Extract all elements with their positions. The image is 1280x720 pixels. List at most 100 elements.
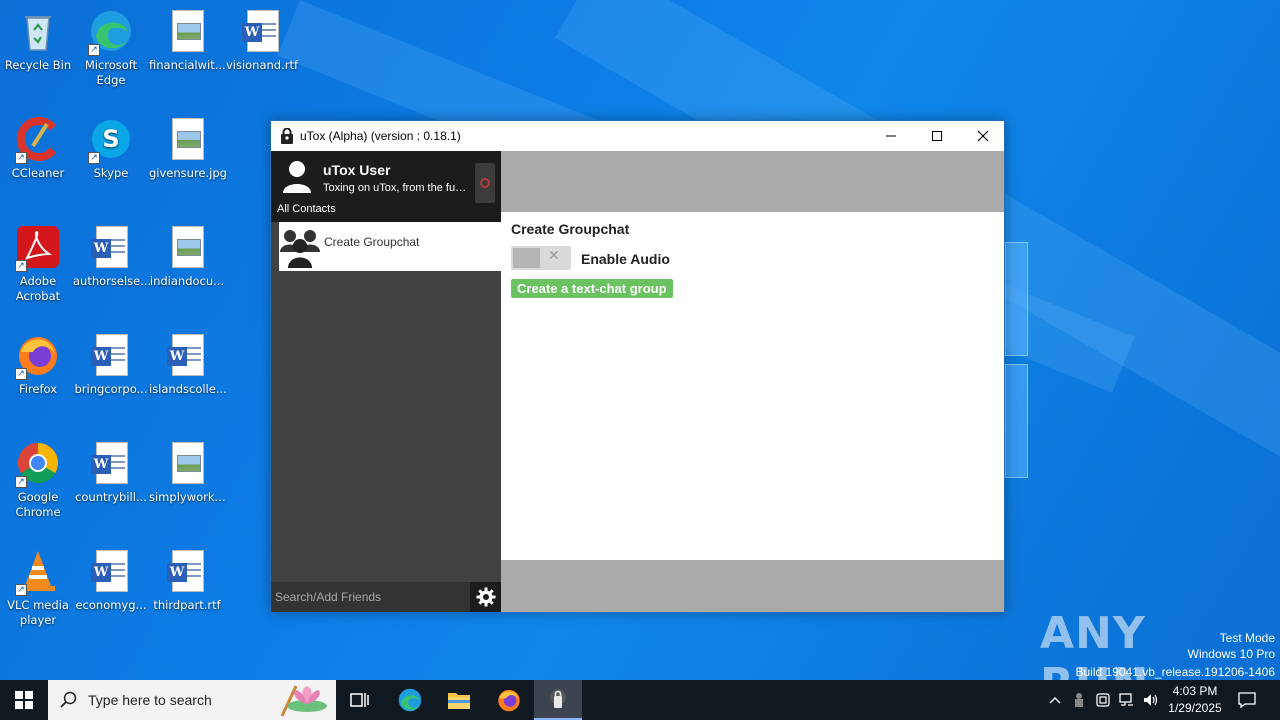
search-icon	[60, 691, 77, 708]
desktop-icon-label: indiandocu...	[149, 274, 225, 288]
word-file-icon: W	[164, 548, 210, 594]
clock-time: 4:03 PM	[1172, 684, 1218, 698]
page-title: Create Groupchat	[511, 221, 630, 237]
main-footer	[501, 560, 1004, 612]
taskbar-edge[interactable]	[386, 680, 434, 720]
clock-date: 1/29/2025	[1168, 701, 1222, 715]
create-text-chat-group-button[interactable]: Create a text-chat group	[511, 279, 673, 298]
vlc-icon: ↗	[15, 548, 61, 596]
desktop-icon-label: Skype	[93, 166, 129, 180]
desktop-icon-chrome[interactable]: ↗ Google Chrome	[0, 440, 76, 520]
maximize-button[interactable]	[914, 121, 960, 151]
desktop-icon-label: authorselse...	[73, 274, 152, 288]
enable-audio-toggle[interactable]: ✕	[511, 246, 571, 270]
image-file-icon	[164, 440, 210, 486]
desktop-icon-label: givensure.jpg	[149, 166, 227, 180]
desktop-icon-acrobat[interactable]: ↗ Adobe Acrobat	[0, 224, 76, 304]
gear-icon	[476, 587, 495, 607]
contacts-sidebar: uTox User Toxing on uTox, from the futur…	[271, 151, 501, 612]
word-file-icon: W	[88, 440, 134, 486]
taskbar-firefox[interactable]	[485, 680, 533, 720]
close-icon	[977, 130, 989, 142]
ccleaner-icon: ↗	[15, 116, 61, 164]
desktop-icon-simplywork[interactable]: simplywork...	[149, 440, 226, 505]
tray-network[interactable]	[1117, 680, 1137, 720]
notification-icon	[1238, 692, 1256, 708]
acrobat-icon: ↗	[15, 224, 61, 272]
desktop-icon-label: financialwit...	[149, 58, 226, 72]
enable-audio-label: Enable Audio	[581, 251, 670, 267]
taskbar-clock[interactable]: 4:03 PM 1/29/2025	[1160, 683, 1230, 717]
desktop-icon-vlc[interactable]: ↗ VLC media player	[0, 548, 76, 628]
action-center-button[interactable]	[1232, 680, 1262, 720]
user-name[interactable]: uTox User	[323, 162, 390, 178]
search-highlight-lotus-icon	[280, 685, 327, 717]
desktop-icon-skype[interactable]: S ↗ Skype	[73, 116, 149, 181]
windows-edition-text: Windows 10 Pro	[1187, 647, 1275, 661]
build-text: Build 19041.vb_release.191206-1406	[1075, 665, 1276, 679]
desktop-icon-indiandocu[interactable]: indiandocu...	[149, 224, 225, 289]
desktop-icon-bringcorpo[interactable]: W bringcorpo...	[73, 332, 149, 397]
chrome-icon: ↗	[15, 440, 61, 488]
desktop-icon-financialwit[interactable]: financialwit...	[149, 8, 226, 73]
taskbar-search-placeholder: Type here to search	[88, 692, 212, 708]
user-avatar-icon[interactable]	[281, 159, 313, 195]
tray-volume[interactable]	[1141, 680, 1161, 720]
edge-icon: ↗	[88, 8, 134, 56]
firefox-icon: ↗	[15, 332, 61, 380]
search-add-friends-input[interactable]	[271, 582, 470, 612]
toggle-knob	[513, 248, 540, 268]
desktop-icon-label: bringcorpo...	[74, 382, 148, 396]
close-button[interactable]	[960, 121, 1006, 151]
user-status-message[interactable]: Toxing on uTox, from the future!	[323, 182, 469, 194]
desktop-icon-label: VLC media player	[7, 598, 69, 627]
start-button[interactable]	[0, 680, 48, 720]
chevron-up-icon	[1049, 697, 1061, 704]
desktop-icon-countrybill[interactable]: W countrybill...	[73, 440, 149, 505]
utox-tray-icon	[1075, 693, 1083, 707]
windows-logo-decoration	[1005, 242, 1028, 356]
tray-utox[interactable]	[1069, 680, 1089, 720]
settings-button[interactable]	[470, 582, 501, 612]
image-file-icon	[164, 116, 210, 162]
svg-text:S: S	[102, 125, 119, 153]
desktop-icon-label: Adobe Acrobat	[15, 274, 61, 303]
taskbar-utox[interactable]	[534, 680, 582, 720]
maximize-icon	[932, 131, 942, 141]
window-titlebar[interactable]: uTox (Alpha) (version : 0.18.1)	[271, 121, 1004, 151]
desktop-icon-label: CCleaner	[11, 166, 65, 180]
taskbar-file-explorer[interactable]	[435, 680, 483, 720]
show-hidden-icons-button[interactable]	[1045, 680, 1065, 720]
sidebar-item-create-groupchat[interactable]: Create Groupchat	[279, 222, 501, 271]
desktop-icon-firefox[interactable]: ↗ Firefox	[0, 332, 76, 397]
desktop-icon-label: Microsoft Edge	[84, 58, 138, 87]
status-button[interactable]	[475, 163, 495, 203]
edge-icon	[398, 688, 422, 712]
desktop-icon-label: simplywork...	[149, 490, 226, 504]
desktop-icon-islandscolle[interactable]: W islandscolle...	[149, 332, 227, 397]
desktop-icon-label: thirdpart.rtf	[153, 598, 221, 612]
desktop-icon-givensure[interactable]: givensure.jpg	[149, 116, 227, 181]
firefox-icon	[498, 689, 520, 712]
desktop-icon-economyg[interactable]: W economyg...	[73, 548, 149, 613]
desktop-icon-recycle-bin[interactable]: Recycle Bin	[0, 8, 76, 73]
sidebar-item-label: Create Groupchat	[324, 235, 420, 249]
network-device-icon	[1096, 693, 1110, 707]
desktop-icon-authorselse[interactable]: W authorselse...	[73, 224, 152, 289]
minimize-button[interactable]	[868, 121, 914, 151]
task-view-button[interactable]	[336, 680, 384, 720]
desktop-icon-ccleaner[interactable]: ↗ CCleaner	[0, 116, 76, 181]
utox-window: uTox (Alpha) (version : 0.18.1) uTox Use…	[270, 120, 1005, 612]
taskbar: Type here to search 4:03 PM 1/29/2025	[0, 680, 1280, 720]
main-header	[501, 151, 1004, 212]
tray-meet-now[interactable]	[1093, 680, 1113, 720]
window-title: uTox (Alpha) (version : 0.18.1)	[300, 129, 461, 143]
contacts-filter[interactable]: All Contacts	[277, 203, 336, 215]
create-groupchat-panel: Create Groupchat ✕ Enable Audio Create a…	[501, 212, 1004, 560]
taskbar-search[interactable]: Type here to search	[48, 680, 336, 720]
test-mode-text: Test Mode	[1219, 631, 1275, 645]
desktop-icon-thirdpart[interactable]: W thirdpart.rtf	[149, 548, 225, 613]
group-icon	[280, 226, 320, 268]
desktop-icon-edge[interactable]: ↗ Microsoft Edge	[73, 8, 149, 88]
desktop-icon-visionand[interactable]: W visionand.rtf	[224, 8, 300, 73]
